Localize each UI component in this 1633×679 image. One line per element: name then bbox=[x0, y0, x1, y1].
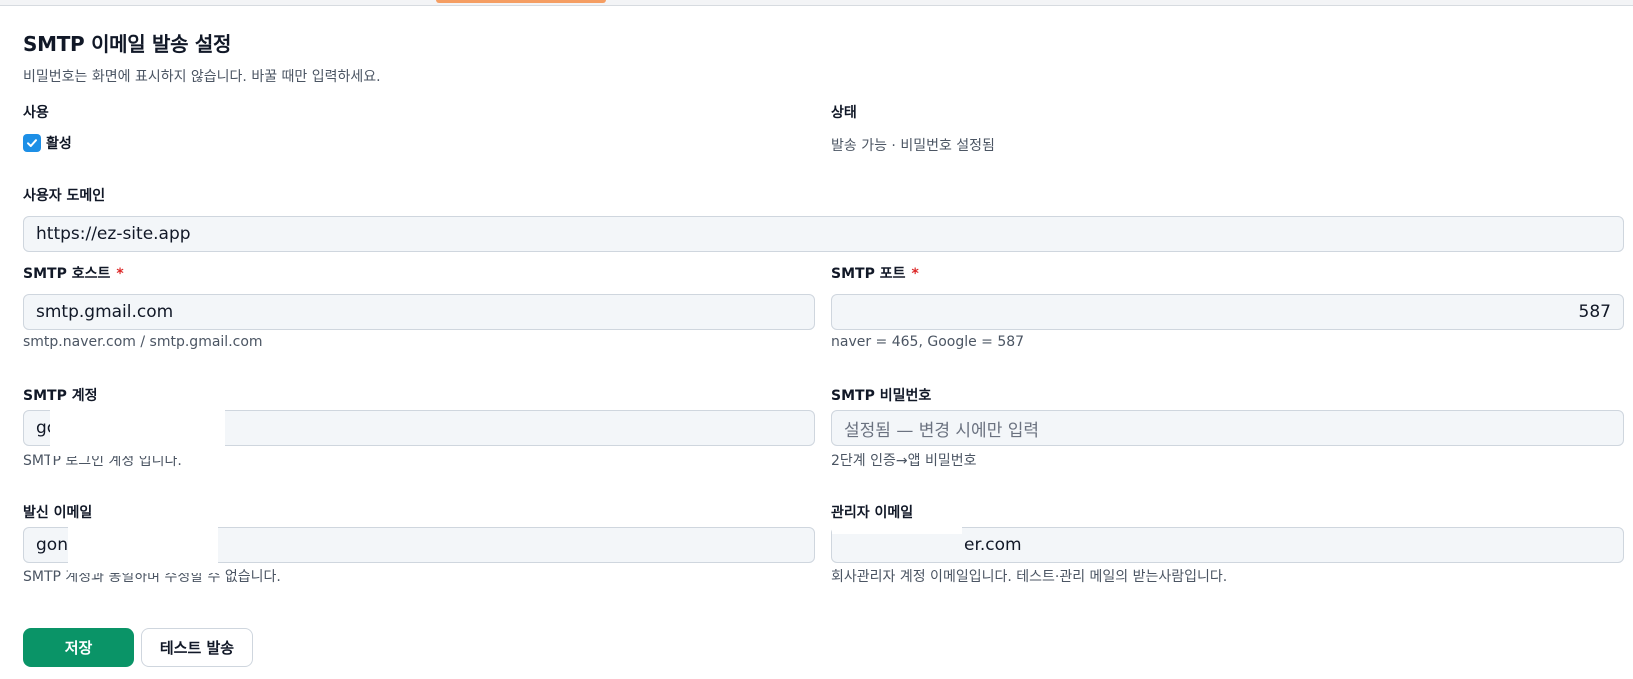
domain-input[interactable]: https://ez-site.app bbox=[23, 216, 1624, 252]
required-mark: * bbox=[116, 266, 124, 282]
password-help: 2단계 인증→앱 비밀번호 bbox=[831, 453, 977, 469]
password-input[interactable]: 설정됨 — 변경 시에만 입력 bbox=[831, 410, 1624, 446]
admin-email-label: 관리자 이메일 bbox=[831, 505, 914, 521]
page-description: 비밀번호는 화면에 표시하지 않습니다. 바꿀 때만 입력하세요. bbox=[23, 69, 381, 85]
port-label: SMTP 포트 * bbox=[831, 263, 919, 283]
account-label: SMTP 계정 bbox=[23, 388, 98, 404]
password-placeholder: 설정됨 — 변경 시에만 입력 bbox=[844, 420, 1040, 441]
active-checkbox-label: 활성 bbox=[46, 136, 72, 152]
status-text: 발송 가능 · 비밀번호 설정됨 bbox=[831, 138, 995, 154]
port-help: naver = 465, Google = 587 bbox=[831, 334, 1025, 350]
sender-label: 발신 이메일 bbox=[23, 505, 93, 521]
host-help: smtp.naver.com / smtp.gmail.com bbox=[23, 334, 263, 350]
usage-label: 사용 bbox=[23, 105, 49, 121]
port-label-text: SMTP 포트 bbox=[831, 266, 906, 282]
check-icon bbox=[27, 139, 37, 147]
top-border bbox=[0, 0, 1633, 6]
admin-email-help: 회사관리자 계정 이메일입니다. 테스트·관리 메일의 받는사람입니다. bbox=[831, 569, 1228, 585]
redaction-block bbox=[50, 410, 225, 456]
port-input[interactable]: 587 bbox=[831, 294, 1624, 330]
page-title: SMTP 이메일 발송 설정 bbox=[23, 32, 232, 56]
active-checkbox[interactable] bbox=[23, 134, 41, 152]
domain-input-value: https://ez-site.app bbox=[36, 224, 191, 244]
host-input-value: smtp.gmail.com bbox=[36, 302, 174, 322]
domain-label: 사용자 도메인 bbox=[23, 188, 106, 204]
port-input-value: 587 bbox=[1578, 302, 1611, 322]
admin-email-input-value: er.com bbox=[964, 535, 1022, 555]
host-label: SMTP 호스트 * bbox=[23, 263, 124, 283]
password-label: SMTP 비밀번호 bbox=[831, 388, 932, 404]
host-label-text: SMTP 호스트 bbox=[23, 266, 111, 282]
test-send-button[interactable]: 테스트 발송 bbox=[141, 628, 253, 667]
redaction-block bbox=[832, 520, 962, 534]
sender-input-value: gon bbox=[36, 535, 68, 555]
save-button[interactable]: 저장 bbox=[23, 628, 134, 667]
status-label: 상태 bbox=[831, 105, 857, 121]
required-mark: * bbox=[911, 266, 919, 282]
host-input[interactable]: smtp.gmail.com bbox=[23, 294, 815, 330]
active-tab-indicator bbox=[436, 0, 606, 3]
redaction-block bbox=[68, 527, 218, 573]
active-toggle[interactable]: 활성 bbox=[23, 133, 72, 153]
